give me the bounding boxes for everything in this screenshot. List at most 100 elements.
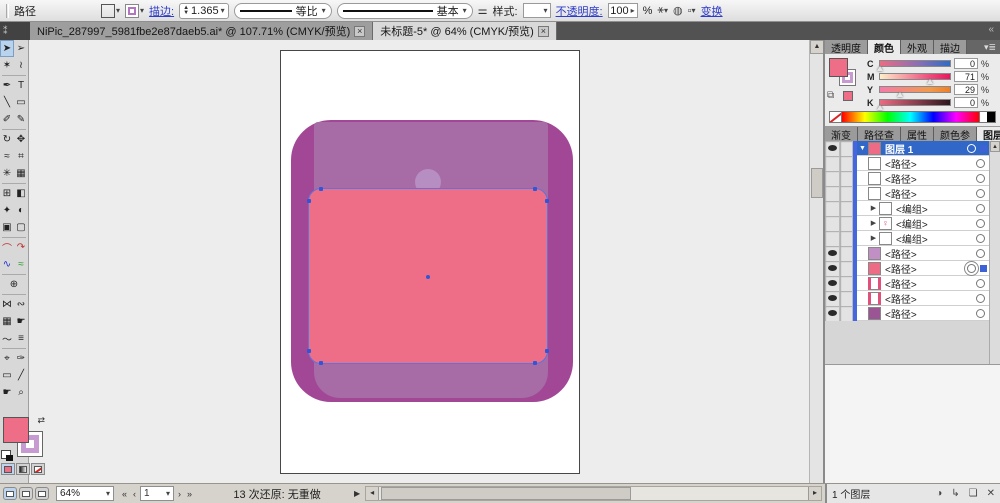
visibility-toggle[interactable] (825, 156, 840, 171)
rectangle-tool[interactable]: ▭ (14, 94, 28, 111)
target-circle[interactable] (976, 204, 985, 213)
lock-toggle[interactable] (840, 231, 853, 246)
spiral-tool[interactable]: ↷ (14, 239, 28, 256)
layer-row-2[interactable]: <路径> (825, 156, 989, 171)
previous-artboard-icon[interactable]: ‹ (131, 489, 138, 499)
lock-toggle[interactable] (840, 261, 853, 276)
scroll-right-icon[interactable]: ▸ (808, 487, 821, 500)
layer-row-12[interactable]: <路径> (825, 306, 989, 321)
spectrum-gradient[interactable] (842, 112, 979, 122)
new-sublayer-icon[interactable]: ↳ (951, 488, 959, 499)
layer-row-1[interactable]: ▼图层 1 (825, 141, 989, 156)
visibility-toggle[interactable] (825, 141, 840, 156)
visibility-toggle[interactable] (825, 261, 840, 276)
visibility-toggle[interactable] (825, 246, 840, 261)
visibility-toggle[interactable] (825, 171, 840, 186)
anchor-point[interactable] (545, 199, 549, 203)
tab-渐变[interactable]: 渐变 (825, 127, 858, 141)
reshape-tool[interactable]: ⋈ (0, 296, 14, 313)
document-tab-1[interactable]: NiPic_287997_5981fbe2e87daeb5.ai* @ 107.… (30, 22, 373, 40)
last-artboard-icon[interactable]: » (185, 489, 194, 499)
layer-row-8[interactable]: <路径> (825, 246, 989, 261)
target-circle[interactable] (967, 264, 976, 273)
visibility-toggle[interactable] (825, 186, 840, 201)
stroke-color-swatch[interactable] (125, 4, 139, 18)
symbol-sprayer-tool[interactable]: ✳ (0, 165, 14, 182)
status-menu-icon[interactable]: ▶ (352, 489, 362, 498)
wave-blue-tool[interactable]: ∿ (0, 256, 14, 273)
visibility-toggle[interactable] (825, 201, 840, 216)
target-circle[interactable] (976, 189, 985, 198)
graph-tool[interactable]: ▦ (14, 165, 28, 182)
zoom-tool[interactable]: ⌕ (14, 384, 28, 401)
scroll-up-icon[interactable]: ▲ (810, 40, 824, 54)
in-gamut-swatch[interactable] (843, 91, 853, 101)
slider-marker[interactable] (877, 105, 883, 110)
arc-tool[interactable]: ⌒ (0, 239, 14, 256)
expand-icon[interactable]: ▶ (868, 204, 879, 212)
tab-路径查[interactable]: 路径查 (858, 127, 901, 141)
target-circle[interactable] (976, 309, 985, 318)
lock-toggle[interactable] (840, 216, 853, 231)
stroke-color-dropdown[interactable]: ▾ (125, 4, 144, 18)
warp-tool[interactable]: ≈ (0, 148, 14, 165)
color-spectrum-bar[interactable] (829, 111, 996, 123)
channel-value[interactable]: 71 (954, 71, 978, 82)
layers-scrollbar[interactable]: ▲ (989, 141, 1000, 364)
layer-name[interactable]: <路径> (885, 246, 976, 261)
scale-tool[interactable]: ✥ (14, 131, 28, 148)
fill-color-swatch[interactable] (101, 4, 115, 18)
wave-green-tool[interactable]: ≈ (14, 256, 28, 273)
select-similar-icon[interactable]: ⚹▾ (657, 4, 668, 17)
artboard-frame-tool[interactable]: ▭ (0, 367, 14, 384)
full-screen-mode-button[interactable] (35, 487, 49, 500)
slider-ramp[interactable] (879, 86, 951, 93)
tab-颜色[interactable]: 颜色 (868, 40, 901, 54)
paintbrush-tool[interactable]: ✐ (0, 111, 14, 128)
stroke-link[interactable]: 描边: (149, 3, 174, 19)
none-swatch[interactable] (830, 112, 842, 122)
artboard-number-dropdown[interactable]: 1 ▾ (140, 486, 174, 501)
tab-透明度[interactable]: 透明度 (825, 40, 868, 54)
fill-swatch[interactable] (3, 417, 29, 443)
free-transform-tool[interactable]: ⌗ (14, 148, 28, 165)
direct-selection-tool[interactable]: ➢ (14, 40, 28, 57)
opacity-link[interactable]: 不透明度: (556, 3, 603, 19)
out-of-gamut-icon[interactable]: ⧉ (827, 90, 834, 101)
channel-value[interactable]: 0 (954, 97, 978, 108)
layer-name[interactable]: <路径> (885, 156, 976, 171)
scroll-up-icon[interactable]: ▲ (990, 141, 1000, 152)
standard-screen-mode-button[interactable] (3, 487, 17, 500)
live-paint-selection-tool[interactable]: ▢ (14, 219, 28, 236)
toolbar-grip-icon[interactable]: ⁑ (0, 22, 30, 40)
dock-collapse-icon[interactable]: « (982, 22, 1000, 40)
slider-ramp[interactable] (879, 73, 951, 80)
layer-name[interactable]: <路径> (885, 276, 976, 291)
live-paint-bucket-tool[interactable]: ▣ (0, 219, 14, 236)
visibility-toggle[interactable] (825, 276, 840, 291)
fill-swatch[interactable] (829, 58, 848, 77)
first-artboard-icon[interactable]: « (120, 489, 129, 499)
target-circle[interactable] (976, 279, 985, 288)
vertical-scrollbar[interactable]: ▲ ▼ (809, 40, 823, 483)
slider-marker[interactable] (897, 92, 903, 97)
magic-wand-tool[interactable]: ✶ (0, 57, 14, 74)
layer-name[interactable]: <路径> (885, 306, 976, 321)
anchor-point[interactable] (533, 187, 537, 191)
slider-marker[interactable] (927, 79, 933, 84)
full-screen-menu-mode-button[interactable] (19, 487, 33, 500)
layer-row-9[interactable]: <路径> (825, 261, 989, 276)
anchor-point[interactable] (319, 187, 323, 191)
layer-name[interactable]: 图层 1 (885, 141, 967, 156)
hand-draw-tool[interactable]: ☛ (14, 313, 28, 330)
layer-row-11[interactable]: <路径> (825, 291, 989, 306)
wrinkle-tool[interactable]: ∾ (14, 296, 28, 313)
none-button[interactable] (31, 463, 45, 475)
slider-ramp[interactable] (879, 60, 951, 67)
default-fill-stroke-icon[interactable] (1, 450, 11, 459)
horizontal-scrollbar[interactable]: ◂ ▸ (365, 486, 822, 501)
slider-marker[interactable] (877, 66, 883, 71)
lasso-tool[interactable]: ≀ (14, 57, 28, 74)
layer-row-10[interactable]: <路径> (825, 276, 989, 291)
target-circle[interactable] (976, 294, 985, 303)
